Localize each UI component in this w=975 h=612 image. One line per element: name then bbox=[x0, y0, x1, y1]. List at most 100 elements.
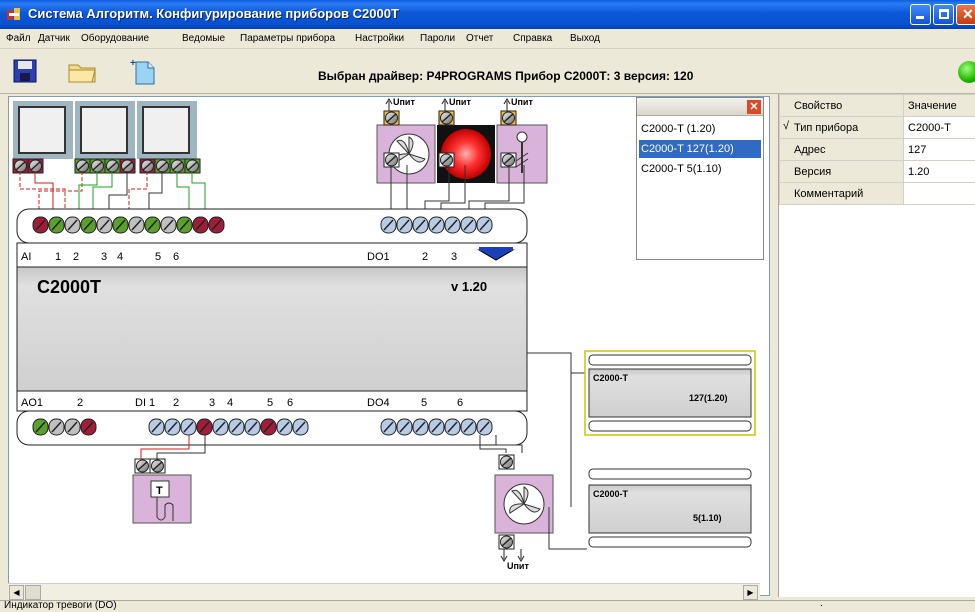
title-bar[interactable]: Система Алгоритм. Конфигурирование прибо… bbox=[0, 0, 975, 29]
device-list-header[interactable]: ✕ bbox=[637, 98, 763, 116]
terminal-screw bbox=[139, 158, 156, 174]
scroll-thumb[interactable] bbox=[25, 585, 41, 600]
terminal-screw bbox=[119, 158, 136, 174]
device-list-panel[interactable]: ✕ C2000-T (1.20) C2000-T 127(1.20) C2000… bbox=[636, 97, 764, 260]
bus-line-1 bbox=[527, 352, 587, 374]
sensor-wires bbox=[19, 171, 206, 209]
terminal-screw bbox=[444, 216, 461, 234]
close-icon[interactable]: ✕ bbox=[747, 100, 761, 114]
minimize-button[interactable] bbox=[910, 4, 931, 25]
terminal-screw bbox=[438, 152, 455, 168]
terminal-screw bbox=[80, 418, 97, 436]
close-button[interactable]: ✕ bbox=[956, 4, 975, 25]
terminal-screw bbox=[176, 216, 193, 234]
fan-actuator-bottom[interactable] bbox=[494, 474, 554, 534]
temp-sensor-terminals bbox=[134, 458, 166, 474]
power-arrow-icon: Uпит bbox=[503, 97, 533, 111]
terminal-screw bbox=[380, 216, 397, 234]
prop-row-comment[interactable]: Комментарий bbox=[779, 182, 904, 205]
check-icon: √ bbox=[783, 120, 790, 132]
device-list-item[interactable]: C2000-T 5(1.10) bbox=[639, 160, 761, 178]
toolbar: + Выбран драйвер: P4PROGRAMS Прибор С200… bbox=[0, 50, 975, 94]
slave-1-detail: 127(1.20) bbox=[689, 393, 728, 403]
temperature-sensor[interactable]: T bbox=[132, 474, 192, 524]
new-document-icon[interactable]: + bbox=[128, 56, 160, 86]
terminal-screw bbox=[184, 158, 201, 174]
terminal-screw bbox=[498, 534, 515, 550]
terminal-screw bbox=[12, 158, 29, 174]
device-port-label: DI 1 bbox=[135, 397, 155, 409]
device-port-label: 4 bbox=[227, 397, 233, 409]
menu-bar: Файл Датчик Оборудование Ведомые Парамет… bbox=[0, 29, 975, 49]
terminal-screw bbox=[228, 418, 245, 436]
prop-row-type[interactable]: √ Тип прибора bbox=[779, 116, 904, 139]
device-port-label: AI bbox=[21, 251, 31, 263]
terminal-screw bbox=[64, 418, 81, 436]
terminal-screw bbox=[476, 216, 493, 234]
terminal-screw bbox=[64, 216, 81, 234]
prop-value-version[interactable]: 1.20 bbox=[903, 160, 975, 183]
prop-row-address[interactable]: Адрес bbox=[779, 138, 904, 161]
device-port-label: 3 bbox=[451, 251, 457, 263]
device-port-label: 2 bbox=[173, 397, 179, 409]
terminal-screw bbox=[27, 158, 44, 174]
menu-slaves[interactable]: Ведомые bbox=[182, 33, 225, 44]
sensor-terminals bbox=[12, 158, 201, 174]
slave-1-name: C2000-T bbox=[593, 373, 629, 383]
menu-device-params[interactable]: Параметры прибора bbox=[240, 33, 335, 44]
menu-settings[interactable]: Настройки bbox=[355, 33, 404, 44]
c2000t-device[interactable] bbox=[16, 208, 528, 446]
terminal-screw bbox=[192, 216, 209, 234]
prop-header-name: Свойство bbox=[779, 94, 904, 117]
power-arrow-icon: Uпит bbox=[385, 97, 415, 111]
properties-table: Свойство Значение √ Тип прибора C2000-T А… bbox=[779, 94, 975, 205]
device-port-label: 6 bbox=[457, 397, 463, 409]
properties-panel: Свойство Значение √ Тип прибора C2000-T А… bbox=[778, 94, 975, 597]
power-label: Uпит bbox=[511, 97, 533, 107]
device-list-item[interactable]: C2000-T (1.20) bbox=[639, 120, 761, 138]
device-port-label: 2 bbox=[73, 251, 79, 263]
sensor-panel-3[interactable] bbox=[137, 101, 197, 159]
terminal-screw bbox=[164, 418, 181, 436]
maximize-button[interactable] bbox=[933, 4, 954, 25]
menu-exit[interactable]: Выход bbox=[570, 33, 600, 44]
prop-row-version[interactable]: Версия bbox=[779, 160, 904, 183]
menu-passwords[interactable]: Пароли bbox=[420, 33, 455, 44]
terminal-screw bbox=[169, 158, 186, 174]
folder-icon[interactable] bbox=[66, 56, 98, 86]
device-port-label: 4 bbox=[117, 251, 123, 263]
temp-sensor-mark: T bbox=[156, 485, 163, 497]
floppy-icon[interactable] bbox=[10, 56, 42, 86]
slave-device-2[interactable] bbox=[587, 468, 753, 549]
prop-value-comment[interactable] bbox=[903, 182, 975, 205]
device-list-item-selected[interactable]: C2000-T 127(1.20) bbox=[639, 140, 761, 158]
scroll-left-icon[interactable]: ◀ bbox=[9, 585, 24, 600]
slave-2-detail: 5(1.10) bbox=[693, 513, 722, 523]
prop-value-type[interactable]: C2000-T bbox=[903, 116, 975, 139]
sensor-panel-1[interactable] bbox=[13, 101, 73, 159]
sensor-panel-2[interactable] bbox=[75, 101, 135, 159]
device-port-label: 6 bbox=[173, 251, 179, 263]
terminal-screw bbox=[396, 216, 413, 234]
horizontal-scrollbar[interactable]: ◀ ▶ bbox=[8, 583, 760, 600]
menu-report[interactable]: Отчет bbox=[466, 33, 493, 44]
menu-help[interactable]: Справка bbox=[513, 33, 552, 44]
terminal-screw bbox=[428, 216, 445, 234]
device-name: C2000T bbox=[37, 277, 101, 297]
device-version: v 1.20 bbox=[451, 279, 487, 294]
prop-value-address[interactable]: 127 bbox=[903, 138, 975, 161]
terminal-screw bbox=[460, 216, 477, 234]
device-port-label: 6 bbox=[287, 397, 293, 409]
device-port-label: 5 bbox=[421, 397, 427, 409]
menu-sensor[interactable]: Датчик bbox=[38, 33, 70, 44]
terminal-screw bbox=[80, 216, 97, 234]
menu-equipment[interactable]: Оборудование bbox=[81, 33, 149, 44]
app-icon bbox=[7, 8, 20, 20]
device-port-label: DO4 bbox=[367, 397, 390, 409]
terminal-screw bbox=[48, 216, 65, 234]
device-port-label: 1 bbox=[55, 251, 61, 263]
device-port-label: 2 bbox=[77, 397, 83, 409]
menu-file[interactable]: Файл bbox=[6, 33, 31, 44]
scroll-right-icon[interactable]: ▶ bbox=[743, 585, 758, 600]
slave-device-1[interactable] bbox=[584, 350, 756, 436]
